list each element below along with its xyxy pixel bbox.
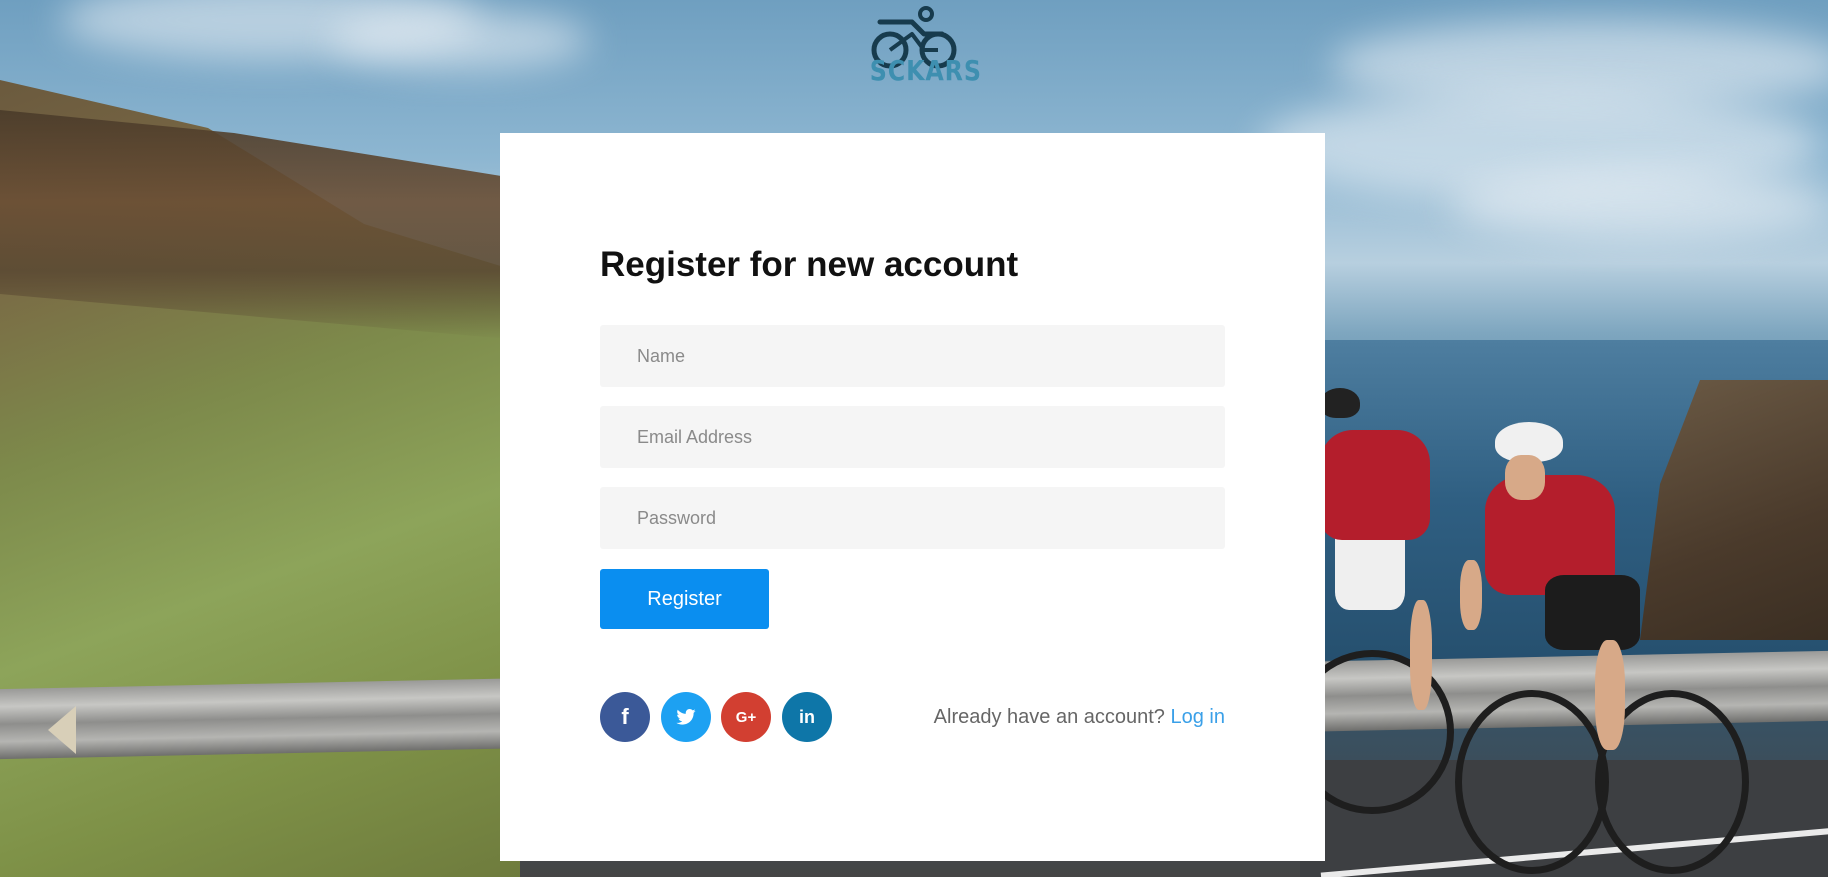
name-input[interactable] [600,325,1225,387]
google-plus-icon: G+ [735,708,757,726]
page-title: Register for new account [600,245,1019,284]
password-input[interactable] [600,487,1225,549]
linkedin-button[interactable]: in [782,692,832,742]
email-input[interactable] [600,406,1225,468]
facebook-button[interactable]: f [600,692,650,742]
login-prompt: Already have an account? Log in [934,706,1225,729]
twitter-button[interactable] [661,692,711,742]
twitter-icon [676,709,696,725]
login-link[interactable]: Log in [1171,706,1226,728]
linkedin-icon: in [799,706,815,727]
facebook-icon: f [621,704,629,729]
register-card: Register for new account Register f G+ i… [500,133,1325,861]
register-button[interactable]: Register [600,569,769,629]
google-plus-button[interactable]: G+ [721,692,771,742]
brand-wordmark: SCKARS [869,54,982,87]
login-prompt-text: Already have an account? [933,706,1165,728]
